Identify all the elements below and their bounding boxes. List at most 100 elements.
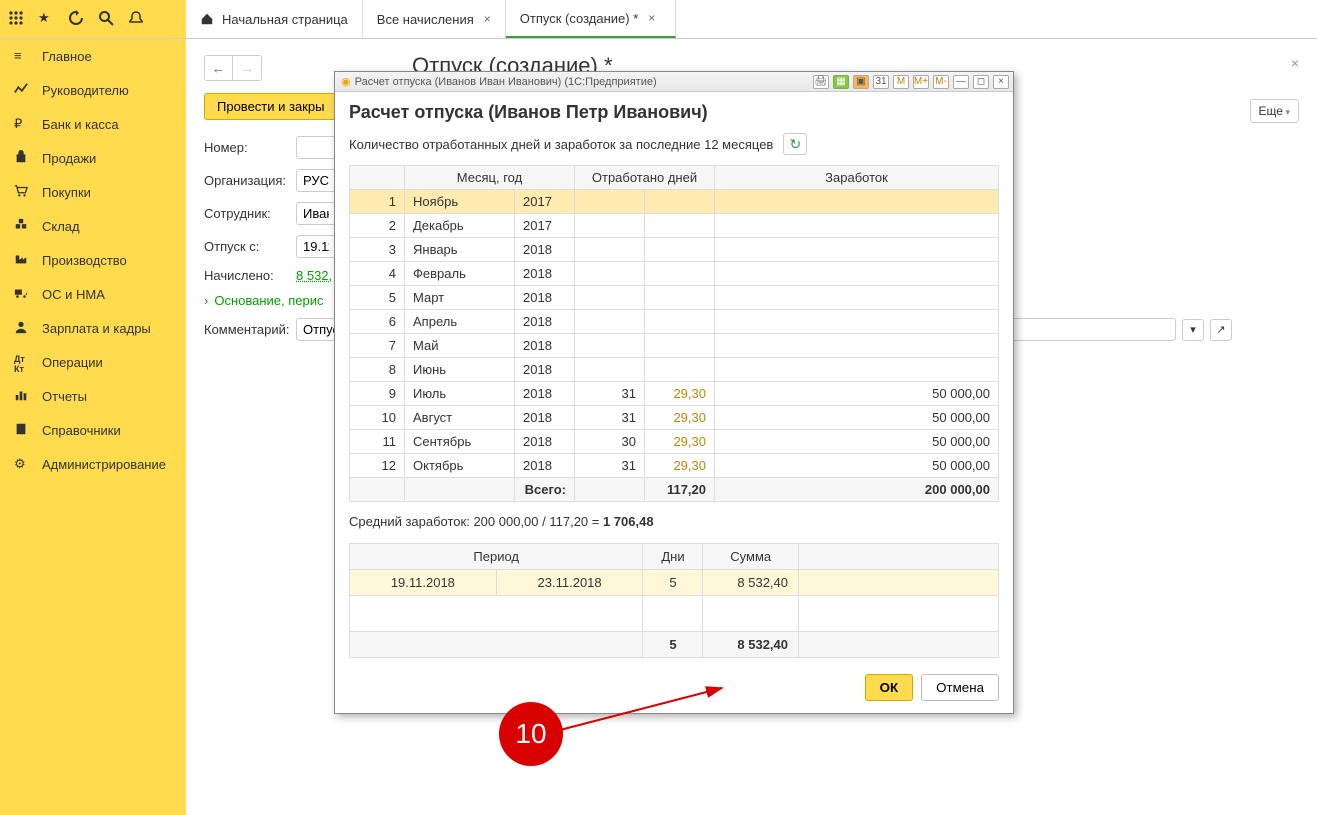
top-icon-bar: ★	[0, 0, 186, 38]
tab-label: Отпуск (создание) *	[520, 11, 638, 26]
modal-calc-vacation: ◉ Расчет отпуска (Иванов Иван Иванович) …	[334, 71, 1014, 714]
col-days: Отработано дней	[575, 166, 715, 190]
average-earnings: Средний заработок: 200 000,00 / 117,20 =…	[349, 514, 999, 529]
modal-subtitle: Количество отработанных дней и заработок…	[349, 137, 773, 152]
factory-icon	[14, 252, 30, 268]
bag-icon	[14, 150, 30, 166]
label-accrued: Начислено:	[204, 268, 296, 283]
post-and-close-button[interactable]: Провести и закры	[204, 93, 337, 120]
table-row[interactable]: 1Ноябрь2017	[350, 190, 999, 214]
table-row[interactable]: 4Февраль2018	[350, 262, 999, 286]
m-minus-icon[interactable]: M-	[933, 75, 949, 89]
period-empty-row	[350, 596, 999, 632]
minimize-icon[interactable]: —	[953, 75, 969, 89]
tab-home-label: Начальная страница	[222, 12, 348, 27]
tab-home[interactable]: Начальная страница	[186, 0, 363, 38]
refresh-button[interactable]: ↻	[783, 133, 807, 155]
ok-button[interactable]: ОК	[865, 674, 914, 701]
gear-icon: ⚙	[14, 456, 30, 472]
table-row[interactable]: 8Июнь2018	[350, 358, 999, 382]
modal-titlebar-text: Расчет отпуска (Иванов Иван Иванович) (1…	[355, 76, 813, 88]
table-row[interactable]: 9Июль20183129,3050 000,00	[350, 382, 999, 406]
col-month: Месяц, год	[405, 166, 575, 190]
table-row[interactable]: 5Март2018	[350, 286, 999, 310]
ruble-icon: ₽	[14, 116, 30, 132]
vac-from-field[interactable]	[296, 235, 336, 258]
bell-icon[interactable]	[128, 10, 146, 28]
tab-all-accruals[interactable]: Все начисления ×	[363, 0, 506, 38]
app-icon: ◉	[341, 75, 351, 88]
sidebar-item-payroll[interactable]: Зарплата и кадры	[0, 311, 186, 345]
table-row[interactable]: 2Декабрь2017	[350, 214, 999, 238]
person-icon	[14, 320, 30, 336]
nav-back[interactable]: ←	[205, 56, 233, 80]
label-vac-from: Отпуск с:	[204, 239, 296, 254]
tab-vacation-create[interactable]: Отпуск (создание) * ×	[506, 0, 677, 38]
print-icon[interactable]: 🖨	[813, 75, 829, 89]
bars-icon	[14, 388, 30, 404]
sidebar-item-bank[interactable]: ₽Банк и касса	[0, 107, 186, 141]
sidebar-item-purchases[interactable]: Покупки	[0, 175, 186, 209]
dropdown-button[interactable]: ▾	[1182, 319, 1204, 341]
period-row[interactable]: 19.11.2018 23.11.2018 5 8 532,40	[350, 570, 999, 596]
truck-icon	[14, 286, 30, 302]
close-page-icon[interactable]: ×	[1291, 55, 1299, 71]
history-icon[interactable]	[68, 10, 86, 28]
sidebar-item-production[interactable]: Производство	[0, 243, 186, 277]
label-comment: Комментарий:	[204, 322, 296, 337]
table-row[interactable]: 6Апрель2018	[350, 310, 999, 334]
maximize-icon[interactable]: ◻	[973, 75, 989, 89]
nav-forward[interactable]: →	[233, 56, 261, 80]
table-row[interactable]: 3Январь2018	[350, 238, 999, 262]
close-icon[interactable]: ×	[648, 11, 655, 25]
period-totals: 5 8 532,40	[350, 632, 999, 658]
annotation-badge: 10	[499, 702, 563, 766]
tab-label: Все начисления	[377, 12, 474, 27]
sidebar-item-sales[interactable]: Продажи	[0, 141, 186, 175]
sidebar-item-catalogs[interactable]: Справочники	[0, 413, 186, 447]
number-field[interactable]	[296, 136, 336, 159]
label-number: Номер:	[204, 140, 296, 155]
sidebar-item-admin[interactable]: ⚙Администрирование	[0, 447, 186, 481]
star-icon[interactable]: ★	[38, 10, 56, 28]
nav-buttons: ← →	[204, 55, 262, 81]
org-field[interactable]	[296, 169, 336, 192]
sidebar-item-warehouse[interactable]: Склад	[0, 209, 186, 243]
table-row[interactable]: 7Май2018	[350, 334, 999, 358]
boxes-icon	[14, 218, 30, 234]
date-icon[interactable]: 31	[873, 75, 889, 89]
col-earn: Заработок	[715, 166, 999, 190]
sidebar-item-reports[interactable]: Отчеты	[0, 379, 186, 413]
months-table: Месяц, год Отработано дней Заработок 1Но…	[349, 165, 999, 502]
modal-title: Расчет отпуска (Иванов Петр Иванович)	[349, 102, 999, 123]
grid-icon[interactable]: ▦	[833, 75, 849, 89]
table-row[interactable]: 10Август20183129,3050 000,00	[350, 406, 999, 430]
sidebar-item-main[interactable]: ≡Главное	[0, 39, 186, 73]
menu-icon: ≡	[14, 48, 30, 64]
tabs: Начальная страница Все начисления × Отпу…	[186, 0, 676, 38]
m-icon[interactable]: M	[893, 75, 909, 89]
open-button[interactable]: ↗	[1210, 319, 1232, 341]
search-icon[interactable]	[98, 10, 116, 28]
sidebar-item-assets[interactable]: ОС и НМА	[0, 277, 186, 311]
accrued-link[interactable]: 8 532,	[296, 268, 332, 283]
sidebar: ≡Главное Руководителю ₽Банк и касса Прод…	[0, 39, 186, 815]
close-icon[interactable]: ×	[484, 12, 491, 26]
modal-titlebar: ◉ Расчет отпуска (Иванов Иван Иванович) …	[335, 72, 1013, 92]
more-button[interactable]: Еще	[1250, 99, 1299, 123]
dtkt-icon: ДтКт	[14, 354, 30, 370]
cart-icon	[14, 184, 30, 200]
periods-table: Период Дни Сумма 19.11.2018 23.11.2018 5…	[349, 543, 999, 658]
calendar-icon[interactable]: ▣	[853, 75, 869, 89]
close-icon[interactable]: ×	[993, 75, 1009, 89]
cancel-button[interactable]: Отмена	[921, 674, 999, 701]
label-emp: Сотрудник:	[204, 206, 296, 221]
sidebar-item-manager[interactable]: Руководителю	[0, 73, 186, 107]
table-row[interactable]: 12Октябрь20183129,3050 000,00	[350, 454, 999, 478]
apps-icon[interactable]	[8, 10, 26, 28]
table-row[interactable]: 11Сентябрь20183029,3050 000,00	[350, 430, 999, 454]
m-plus-icon[interactable]: M+	[913, 75, 929, 89]
label-org: Организация:	[204, 173, 296, 188]
sidebar-item-operations[interactable]: ДтКтОперации	[0, 345, 186, 379]
emp-field[interactable]	[296, 202, 336, 225]
